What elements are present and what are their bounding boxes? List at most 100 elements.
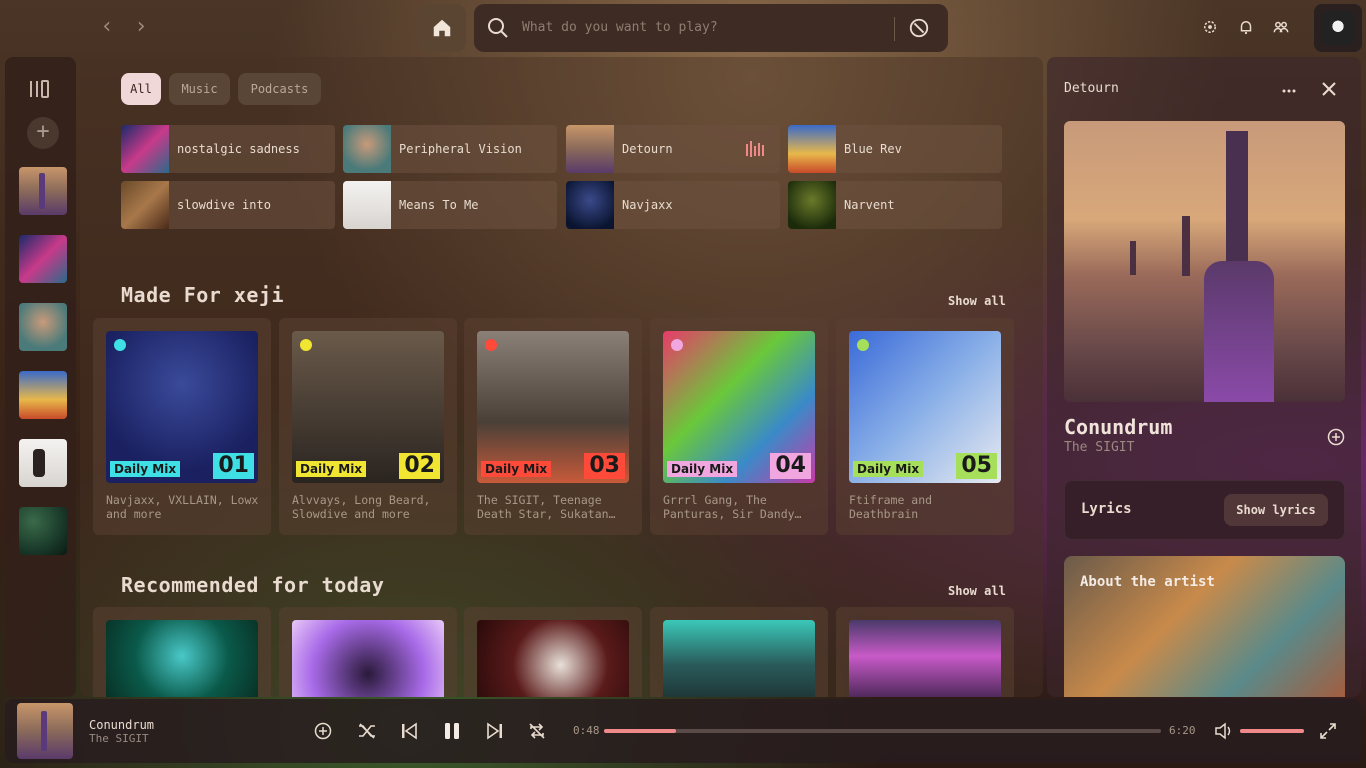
- previous-button[interactable]: [397, 719, 421, 743]
- album-figure: [39, 173, 45, 209]
- progress-bar[interactable]: [604, 729, 1161, 733]
- quick-item-blue-rev[interactable]: Blue Rev: [788, 125, 1002, 173]
- player-bar: Conundrum The SIGIT 0:48 6:20: [5, 699, 1361, 763]
- home-icon: [433, 19, 451, 37]
- sidebar-item-nostalgic-sadness[interactable]: [19, 235, 67, 283]
- daily-mix-tag: Daily Mix: [481, 461, 552, 477]
- search-bar[interactable]: What do you want to play?: [474, 4, 948, 52]
- shuffle-icon: [359, 723, 375, 739]
- sidebar-item-blue-rev[interactable]: [19, 371, 67, 419]
- section-title-recommended: Recommended for today: [121, 573, 385, 597]
- spotify-icon: [300, 339, 312, 351]
- fullscreen-icon[interactable]: [1319, 722, 1337, 740]
- album-art-figure-small: [1182, 216, 1190, 276]
- quick-item-peripheral-vision[interactable]: Peripheral Vision: [343, 125, 557, 173]
- shuffle-button[interactable]: [355, 719, 379, 743]
- search-divider: [894, 17, 895, 41]
- daily-mix-number: 04: [770, 453, 811, 479]
- spotify-icon: [857, 339, 869, 351]
- settings-icon[interactable]: [1201, 18, 1219, 36]
- spotify-icon: [485, 339, 497, 351]
- search-input[interactable]: What do you want to play?: [522, 20, 718, 35]
- sidebar-item-means-to-me[interactable]: [19, 439, 67, 487]
- player-song-title[interactable]: Conundrum: [89, 718, 154, 732]
- spotify-icon: [671, 339, 683, 351]
- library-icon[interactable]: [29, 79, 51, 99]
- browse-icon[interactable]: [908, 17, 930, 39]
- sidebar-item-revolver[interactable]: [19, 507, 67, 555]
- filter-all[interactable]: All: [121, 73, 161, 105]
- daily-mix-tag: Daily Mix: [853, 461, 924, 477]
- forward-arrow-icon[interactable]: ›: [128, 14, 154, 40]
- bell-icon[interactable]: [1237, 18, 1255, 36]
- quick-item-cover: [566, 181, 614, 229]
- pause-icon: [445, 723, 459, 739]
- quick-item-detourn[interactable]: Detourn: [566, 125, 780, 173]
- now-playing-equalizer-icon: [746, 141, 764, 157]
- quick-item-label: nostalgic sadness: [177, 142, 300, 156]
- sidebar-item-detourn[interactable]: [19, 167, 67, 215]
- quick-item-cover: [788, 181, 836, 229]
- recommended-card-5[interactable]: [836, 607, 1014, 697]
- recommended-cover: [663, 620, 815, 697]
- show-lyrics-button[interactable]: Show lyrics: [1224, 494, 1328, 526]
- daily-mix-card-2[interactable]: Daily Mix 02 Alvvays, Long Beard, Slowdi…: [279, 318, 457, 535]
- recommended-card-1[interactable]: [93, 607, 271, 697]
- close-icon[interactable]: [1321, 81, 1337, 97]
- filter-music[interactable]: Music: [169, 73, 230, 105]
- player-artist-name[interactable]: The SIGIT: [89, 732, 149, 745]
- recommended-cover: [849, 620, 1001, 697]
- total-duration: 6:20: [1169, 724, 1196, 737]
- volume-slider[interactable]: [1240, 729, 1304, 733]
- sidebar-item-peripheral-vision[interactable]: [19, 303, 67, 351]
- album-figure: [41, 711, 47, 751]
- friends-icon[interactable]: [1272, 18, 1290, 36]
- quick-item-label: Means To Me: [399, 198, 479, 212]
- add-button[interactable]: [311, 719, 335, 743]
- about-artist-section[interactable]: About the artist: [1064, 556, 1345, 697]
- quick-item-navjaxx[interactable]: Navjaxx: [566, 181, 780, 229]
- daily-mix-card-4[interactable]: Daily Mix 04 Grrrl Gang, The Panturas, S…: [650, 318, 828, 535]
- library-sidebar: +: [5, 57, 76, 697]
- quick-item-means-to-me[interactable]: Means To Me: [343, 181, 557, 229]
- main-content: All Music Podcasts nostalgic sadness Per…: [80, 57, 1043, 697]
- daily-mix-card-1[interactable]: Daily Mix 01 Navjaxx, VXLLAIN, Lowx and …: [93, 318, 271, 535]
- search-icon: [488, 18, 508, 38]
- home-button[interactable]: [418, 4, 466, 52]
- daily-mix-card-5[interactable]: Daily Mix 05 Ftiframe and Deathbrain: [836, 318, 1014, 535]
- now-playing-panel: Detourn Conundrum The SIGIT Lyrics Show …: [1047, 57, 1361, 697]
- recommended-card-3[interactable]: [464, 607, 642, 697]
- quick-item-narvent[interactable]: Narvent: [788, 181, 1002, 229]
- show-all-recommended[interactable]: Show all: [948, 584, 1006, 598]
- skip-back-icon: [402, 722, 417, 740]
- card-description: Grrrl Gang, The Panturas, Sir Dandy…: [663, 493, 802, 521]
- quick-item-label: Narvent: [844, 198, 895, 212]
- daily-mix-number: 05: [956, 453, 997, 479]
- recommended-card-2[interactable]: [279, 607, 457, 697]
- quick-item-slowdive-into[interactable]: slowdive into: [121, 181, 335, 229]
- panel-artist-name[interactable]: The SIGIT: [1064, 440, 1134, 455]
- lyrics-section: Lyrics Show lyrics: [1064, 480, 1345, 540]
- spotify-icon: [114, 339, 126, 351]
- repeat-button[interactable]: [525, 719, 549, 743]
- filter-podcasts[interactable]: Podcasts: [238, 73, 321, 105]
- create-playlist-button[interactable]: +: [27, 117, 59, 149]
- more-options-icon[interactable]: [1281, 83, 1297, 99]
- volume-icon[interactable]: [1214, 722, 1234, 740]
- album-art-cloak: [1204, 261, 1274, 402]
- show-all-made-for[interactable]: Show all: [948, 294, 1006, 308]
- quick-item-nostalgic-sadness[interactable]: nostalgic sadness: [121, 125, 335, 173]
- player-cover[interactable]: [17, 703, 73, 759]
- daily-mix-card-3[interactable]: Daily Mix 03 The SIGIT, Teenage Death St…: [464, 318, 642, 535]
- album-art-figure-small: [1130, 241, 1136, 275]
- quick-item-label: Navjaxx: [622, 198, 673, 212]
- recommended-card-4[interactable]: [650, 607, 828, 697]
- pause-button[interactable]: [440, 719, 464, 743]
- add-to-library-icon[interactable]: [1327, 428, 1345, 446]
- back-arrow-icon[interactable]: ‹: [94, 14, 120, 40]
- user-avatar[interactable]: [1314, 4, 1362, 52]
- next-button[interactable]: [483, 719, 507, 743]
- quick-item-cover: [343, 181, 391, 229]
- lyrics-label: Lyrics: [1081, 501, 1132, 517]
- repeat-off-icon: [529, 723, 545, 739]
